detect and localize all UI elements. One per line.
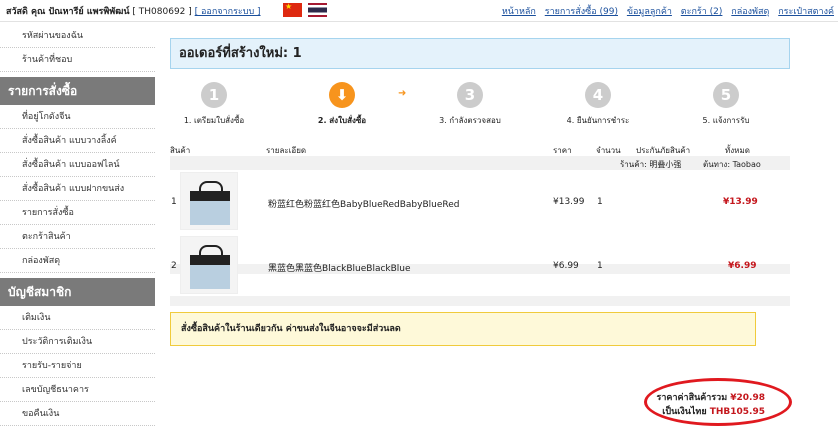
step-2: ⬇ 2. ส่งใบสั่งซื้อ	[282, 82, 402, 127]
row-index: 2	[171, 261, 177, 271]
row-index: 1	[171, 197, 177, 207]
tote-bag-icon	[190, 181, 230, 225]
nav-cart[interactable]: ตะกร้า (2)	[681, 7, 723, 17]
step-4-circle: 4	[585, 82, 611, 108]
thb-total-label: เป็นเงินไทย	[662, 407, 707, 417]
table-row: 2 黑蓝色黑蓝色BlackBlueBlackBlue ¥6.99 1 ¥6.99	[170, 236, 790, 296]
logout-link[interactable]: [ ออกจากระบบ ]	[195, 7, 261, 17]
sidebar-item-order-by-link[interactable]: สั่งซื้อสินค้า แบบวางลิ้งค์	[0, 129, 155, 153]
step-5-circle: 5	[713, 82, 739, 108]
user-name: สวัสดิ คุณ ปัณหารีย์ แพรพิพัฒน์	[6, 7, 130, 17]
sidebar-section-account: บัญชีสมาชิก	[0, 278, 155, 306]
sidebar-item-china-warehouse[interactable]: ที่อยู่โกดังจีน	[0, 105, 155, 129]
page-title: ออเดอร์ที่สร้างใหม่: 1	[170, 38, 790, 69]
sidebar-item-refund[interactable]: ขอคืนเงิน	[0, 402, 155, 426]
row-detail: 黑蓝色黑蓝色BlackBlueBlackBlue	[268, 264, 411, 274]
step-5: 5 5. แจ้งการรับ	[666, 82, 786, 127]
sidebar-item-password[interactable]: รหัสผ่านของฉัน	[0, 24, 155, 48]
sidebar: รหัสผ่านของฉัน ร้านค้าที่ชอบ รายการสั่งซ…	[0, 24, 155, 426]
nav-parcel-box[interactable]: กล่องพัสดุ	[731, 7, 769, 17]
step-3-circle: 3	[457, 82, 483, 108]
row-total: ¥6.99	[728, 261, 757, 271]
shop-source: ต้นทาง: Taobao	[703, 160, 761, 169]
step-arrow-icon: ➜	[398, 88, 407, 99]
shop-name: ร้านค้า: 明叠小强	[620, 160, 682, 169]
sidebar-item-favorite-shops[interactable]: ร้านค้าที่ชอบ	[0, 48, 155, 72]
nav-wallet[interactable]: กระเป๋าสตางค์	[778, 7, 834, 17]
top-nav: หน้าหลัก รายการสั่งซื้อ (99) ข้อมูลลูกค้…	[496, 4, 834, 18]
step-1-label: 1. เตรียมใบสั่งซื้อ	[183, 116, 245, 125]
step-1-circle: 1	[201, 82, 227, 108]
thailand-flag-icon[interactable]	[308, 3, 327, 17]
discount-notice: สั่งซื้อสินค้าในร้านเดียวกัน ค่าขนส่งในจ…	[170, 312, 756, 346]
step-3-label: 3. กำลังตรวจสอบ	[439, 116, 501, 125]
goods-total-line: ราคาค่าสินค้ารวม ¥20.98	[657, 390, 765, 404]
china-flag-icon[interactable]	[283, 2, 302, 17]
thb-total-line: เป็นเงินไทย THB105.95	[662, 404, 765, 418]
sidebar-item-order-offline[interactable]: สั่งซื้อสินค้า แบบออฟไลน์	[0, 153, 155, 177]
user-greeting: สวัสดิ คุณ ปัณหารีย์ แพรพิพัฒน์ [ TH0806…	[6, 4, 261, 18]
order-progress-steps: 1 1. เตรียมใบสั่งซื้อ ⬇ 2. ส่งใบสั่งซื้อ…	[170, 82, 790, 128]
goods-total-value: ¥20.98	[730, 393, 765, 403]
nav-customer-info[interactable]: ข้อมูลลูกค้า	[627, 7, 672, 17]
sidebar-item-order-list[interactable]: รายการสั่งซื้อ	[0, 201, 155, 225]
row-price: ¥13.99	[553, 197, 585, 207]
table-row: 1 粉蓝红色粉蓝红色BabyBlueRedBabyBlueRed ¥13.99 …	[170, 172, 790, 232]
main-content: ออเดอร์ที่สร้างใหม่: 1 1 1. เตรียมใบสั่ง…	[170, 38, 790, 346]
row-detail: 粉蓝红色粉蓝红色BabyBlueRedBabyBlueRed	[268, 200, 460, 210]
sidebar-item-top-up[interactable]: เติมเงิน	[0, 306, 155, 330]
sidebar-item-cart[interactable]: ตะกร้าสินค้า	[0, 225, 155, 249]
step-4-label: 4. ยืนยันการชำระ	[566, 116, 630, 125]
row-price: ¥6.99	[553, 261, 579, 271]
sidebar-item-top-up-history[interactable]: ประวัติการเติมเงิน	[0, 330, 155, 354]
nav-orders[interactable]: รายการสั่งซื้อ (99)	[545, 7, 618, 17]
user-code: [ TH080692 ]	[132, 7, 192, 17]
shop-info-row: ร้านค้า: 明叠小强 ต้นทาง: Taobao	[170, 156, 790, 170]
top-bar: สวัสดิ คุณ ปัณหารีย์ แพรพิพัฒน์ [ TH0806…	[0, 0, 838, 22]
product-image[interactable]	[180, 172, 238, 230]
row-qty: 1	[597, 261, 603, 271]
sidebar-section-orders: รายการสั่งซื้อ	[0, 77, 155, 105]
row-divider	[170, 296, 790, 306]
order-summary: ราคาค่าสินค้ารวม ¥20.98 เป็นเงินไทย THB1…	[644, 378, 792, 426]
product-image[interactable]	[180, 236, 238, 294]
download-arrow-icon: ⬇	[329, 82, 355, 108]
thb-total-value: THB105.95	[709, 407, 765, 417]
nav-home[interactable]: หน้าหลัก	[502, 7, 536, 17]
step-4: 4 4. ยืนยันการชำระ	[538, 82, 658, 127]
sidebar-item-order-shipping[interactable]: สั่งซื้อสินค้า แบบฝากขนส่ง	[0, 177, 155, 201]
sidebar-item-parcel-box[interactable]: กล่องพัสดุ	[0, 249, 155, 273]
sidebar-item-bank-account[interactable]: เลขบัญชีธนาคาร	[0, 378, 155, 402]
row-total: ¥13.99	[723, 197, 758, 207]
sidebar-item-income-expense[interactable]: รายรับ-รายจ่าย	[0, 354, 155, 378]
step-5-label: 5. แจ้งการรับ	[702, 116, 750, 125]
goods-total-label: ราคาค่าสินค้ารวม	[656, 393, 728, 403]
tote-bag-icon	[190, 245, 230, 289]
step-3: 3 3. กำลังตรวจสอบ	[410, 82, 530, 127]
row-qty: 1	[597, 197, 603, 207]
step-1: 1 1. เตรียมใบสั่งซื้อ	[154, 82, 274, 127]
step-2-label: 2. ส่งใบสั่งซื้อ	[317, 116, 367, 125]
